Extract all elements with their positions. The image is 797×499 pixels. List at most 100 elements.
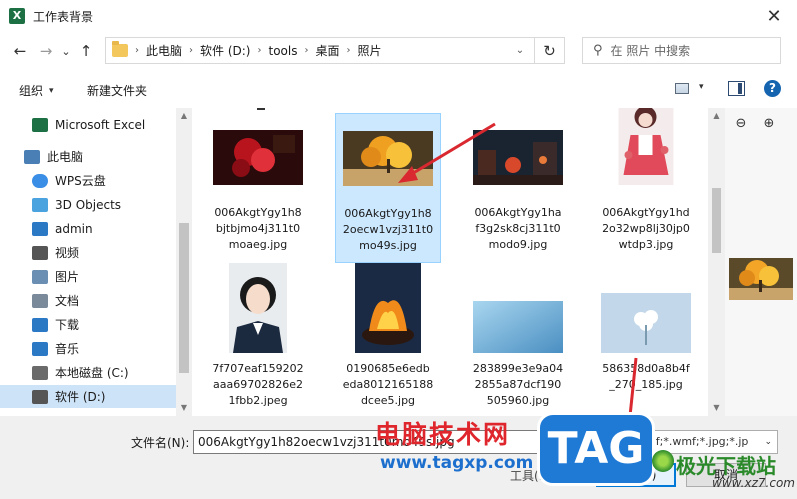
file-name-line: bjtbjmo4j311t0 [215, 222, 301, 235]
search-input[interactable]: ⚲ 在 照片 中搜索 [582, 37, 781, 64]
watermark-text: 电脑技术网 [375, 420, 511, 449]
chevron-down-icon: ⌄ [515, 45, 525, 56]
scroll-up-icon[interactable]: ▲ [708, 108, 725, 124]
filename-label: 文件名(N): [131, 436, 190, 450]
view-options-icon[interactable] [675, 83, 689, 94]
watermark-tag-logo: TAG [537, 412, 655, 486]
sidebar-item-label: 图片 [55, 270, 80, 284]
excel-app-icon: X [9, 8, 25, 24]
thumbnail-night-street [473, 130, 563, 185]
scroll-down-icon[interactable]: ▼ [176, 400, 192, 416]
file-name-line: 006AkgtYgy1ha [474, 206, 562, 219]
help-icon[interactable]: ? [764, 80, 781, 97]
watermark-site-url: www.xz7.com [712, 476, 795, 490]
scrollbar-thumb[interactable] [712, 188, 721, 253]
sidebar-item-4[interactable]: admin [0, 217, 176, 240]
file-item[interactable]: 006AkgtYgy1h8 bjtbjmo4j311t0 moaeg.jpg [205, 113, 311, 263]
sidebar-item-10[interactable]: 本地磁盘 (C:) [0, 361, 176, 384]
file-name-line: f3g2sk8cj311t0 [475, 222, 561, 235]
sidebar-item-label: 此电脑 [47, 150, 84, 164]
caret-down-icon[interactable]: ▾ [699, 82, 704, 92]
file-name-line: moaeg.jpg [228, 238, 288, 251]
up-button[interactable]: ↑ [73, 38, 99, 64]
sidebar-item-label: 视频 [55, 246, 80, 260]
partial-row-marker [257, 108, 265, 110]
caret-down-icon: ▾ [49, 85, 54, 96]
sidebar-item-label: WPS云盘 [55, 174, 106, 188]
file-item[interactable]: 586358d0a8b4f _270_185.jpg [593, 263, 699, 413]
file-item[interactable]: 006AkgtYgy1ha f3g2sk8cj311t0 modo9.jpg [465, 113, 571, 263]
back-button[interactable]: ← [7, 38, 33, 64]
sidebar-item-2[interactable]: WPS云盘 [0, 169, 176, 192]
recent-locations-button[interactable]: ⌄ [59, 38, 73, 64]
drive-c-icon [32, 365, 48, 380]
preview-pane-toggle-icon[interactable] [728, 81, 745, 96]
navigation-bar: ← → ⌄ ↑ › 此电脑 › 软件 (D:) › tools › 桌面 › 照… [0, 32, 797, 70]
close-button[interactable]: ✕ [751, 0, 797, 32]
file-name-line: mo49s.jpg [359, 239, 417, 252]
sidebar-item-7[interactable]: 文档 [0, 289, 176, 312]
breadcrumb-separator: › [189, 45, 194, 56]
thumbnail-white-flower [601, 293, 691, 353]
file-item[interactable]: 0190685e6edb eda8012165188 dcee5.jpg [335, 263, 441, 413]
watermark-site-name: 极光下载站 [676, 454, 776, 478]
sidebar-item-9[interactable]: 音乐 [0, 337, 176, 360]
sidebar-item-3[interactable]: 3D Objects [0, 193, 176, 216]
thumbnail-portrait [229, 263, 287, 353]
back-arrow-icon: ← [13, 42, 27, 60]
sidebar-item-label: admin [55, 221, 93, 236]
breadcrumb-separator: › [304, 45, 309, 56]
forward-button[interactable]: → [33, 38, 59, 64]
file-list-scrollbar[interactable]: ▲ ▼ [708, 108, 725, 416]
scroll-down-icon[interactable]: ▼ [708, 400, 725, 416]
user-folder-icon [32, 221, 48, 236]
zoom-in-icon[interactable]: ⊕ [759, 114, 779, 134]
address-bar[interactable]: › 此电脑 › 软件 (D:) › tools › 桌面 › 照片 ⌄ [105, 37, 535, 64]
sidebar-item-1[interactable]: 此电脑 [0, 145, 176, 168]
file-name-line: modo9.jpg [488, 238, 548, 251]
sidebar-item-label: 音乐 [55, 342, 80, 356]
organize-button[interactable]: 组织 ▾ [19, 82, 54, 99]
file-item[interactable]: 283899e3e9a04 2855a87dcf190 505960.jpg [465, 263, 571, 413]
file-name-line: 1fbb2.jpeg [228, 394, 288, 407]
breadcrumb-separator: › [257, 45, 262, 56]
watermark-url: www.tagxp.com [380, 453, 534, 473]
sidebar-item-5[interactable]: 视频 [0, 241, 176, 264]
navigation-pane: Microsoft Excel 此电脑 WPS云盘 3D Objects admin 视频… [0, 108, 193, 416]
file-item[interactable]: 006AkgtYgy1hd 2o32wp8lj30jp0 wtdp3.jpg [593, 108, 699, 263]
sidebar-item-11[interactable]: 软件 (D:) [0, 385, 176, 408]
scroll-up-icon[interactable]: ▲ [176, 108, 192, 124]
file-name-line: 006AkgtYgy1h8 [344, 207, 432, 220]
sidebar-item-label: 文档 [55, 294, 80, 308]
file-name-line: 2oecw1vzj311t0 [342, 223, 434, 236]
sidebar-item-6[interactable]: 图片 [0, 265, 176, 288]
file-item[interactable]: 006AkgtYgy1h8 2oecw1vzj311t0 mo49s.jpg [335, 113, 441, 263]
sidebar-item-label: 下载 [55, 318, 80, 332]
address-dropdown-button[interactable]: ⌄ [506, 38, 534, 63]
up-arrow-icon: ↑ [79, 42, 93, 60]
scrollbar-thumb[interactable] [179, 223, 189, 373]
breadcrumb-desktop[interactable]: 桌面 [315, 42, 339, 59]
file-name-line: dcee5.jpg [360, 394, 416, 407]
navigation-scrollbar[interactable]: ▲ ▼ [176, 108, 192, 416]
drive-d-icon [32, 389, 48, 404]
new-folder-button[interactable]: 新建文件夹 [87, 82, 147, 99]
file-name-line: 2855a87dcf190 [474, 378, 562, 391]
thumbnail-anime-girl [618, 108, 674, 185]
sidebar-item-0[interactable]: Microsoft Excel [0, 113, 176, 136]
file-item[interactable]: 7f707eaf159202 aaa69702826e2 1fbb2.jpeg [205, 263, 311, 413]
file-name-line: 0190685e6edb [346, 362, 430, 375]
breadcrumb-photos[interactable]: 照片 [357, 42, 381, 59]
music-icon [32, 341, 48, 356]
sidebar-item-8[interactable]: 下载 [0, 313, 176, 336]
zoom-out-icon[interactable]: ⊖ [731, 114, 751, 134]
thumbnail-red-smoke [213, 130, 303, 185]
breadcrumb-drive-d[interactable]: 软件 (D:) [200, 42, 250, 59]
refresh-button[interactable]: ↻ [535, 37, 565, 64]
file-name-line: aaa69702826e2 [213, 378, 303, 391]
cube-icon [32, 197, 48, 212]
breadcrumb-this-pc[interactable]: 此电脑 [146, 42, 182, 59]
breadcrumb-separator: › [346, 45, 351, 56]
breadcrumb-tools[interactable]: tools [268, 44, 297, 58]
search-placeholder: 在 照片 中搜索 [610, 44, 691, 58]
